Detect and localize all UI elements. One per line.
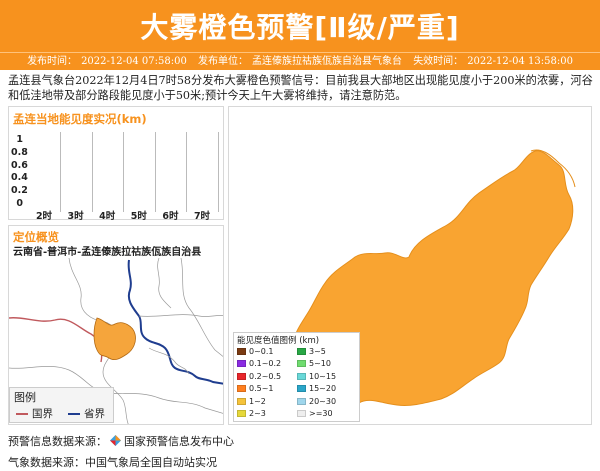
page-title: 大雾橙色预警[Ⅱ级/严重] bbox=[140, 11, 460, 44]
legend-swatch bbox=[297, 348, 306, 355]
x-tick-label: 4时 bbox=[99, 211, 116, 222]
publish-time: 2022-12-04 07:58:00 bbox=[81, 56, 187, 67]
legend-swatch bbox=[297, 410, 306, 417]
legend-swatch bbox=[237, 410, 246, 417]
weather-data-source: 气象数据来源：中国气象局全国自动站实况 bbox=[8, 456, 217, 469]
location-legend-title: 图例 bbox=[14, 391, 36, 404]
grid-line bbox=[154, 132, 156, 212]
legend-label: 15~20 bbox=[309, 384, 337, 394]
effective-time-label: 失效时间： bbox=[413, 56, 464, 67]
publish-time-label: 发布时间： bbox=[27, 56, 78, 67]
publisher-label: 发布单位： bbox=[198, 56, 248, 67]
y-tick-label: 0.4 bbox=[11, 172, 28, 184]
legend-label: 5~10 bbox=[309, 359, 331, 369]
visibility-legend-item: 20~30 bbox=[297, 397, 336, 407]
warning-description: 孟连县气象台2022年12月4日7时58分发布大雾橙色预警信号：目前我县大部地区… bbox=[8, 74, 593, 102]
visibility-legend-item: 0.5~1 bbox=[237, 384, 274, 394]
provincial-border-label: 省界 bbox=[84, 408, 105, 420]
x-tick-label: 5时 bbox=[130, 211, 147, 222]
legend-label: 0.1~0.2 bbox=[249, 359, 282, 369]
warning-source-label: 预警信息数据来源： bbox=[8, 435, 107, 448]
warning-banner: 大雾橙色预警[Ⅱ级/严重] bbox=[0, 0, 600, 52]
visibility-color-legend: 能见度色值图例 (km) 0~0.1 3~5 0.1~0.2 5~10 0.2~0.5 1… bbox=[233, 332, 360, 422]
legend-label: 0~0.1 bbox=[249, 347, 274, 356]
legend-swatch bbox=[237, 385, 246, 393]
legend-swatch bbox=[297, 385, 306, 393]
grid-line bbox=[186, 132, 188, 212]
visibility-legend-item: 15~20 bbox=[297, 384, 336, 394]
national-border-line-swatch bbox=[16, 413, 28, 415]
legend-swatch bbox=[237, 360, 246, 368]
grid-line bbox=[218, 132, 219, 212]
effective-time: 2022-12-04 13:58:00 bbox=[467, 56, 573, 67]
visibility-legend-item: >=30 bbox=[297, 409, 333, 419]
legend-label: 1~2 bbox=[249, 396, 266, 406]
legend-swatch bbox=[297, 397, 306, 405]
meta-bar: 发布时间： 2022-12-04 07:58:00 发布单位： 孟连傣族拉祜族佤族自… bbox=[0, 52, 600, 70]
visibility-legend-item: 1~2 bbox=[237, 397, 266, 407]
legend-label: 10~15 bbox=[309, 371, 337, 381]
legend-label: 2~3 bbox=[249, 409, 266, 418]
visibility-legend-item: 0.1~0.2 bbox=[237, 359, 281, 369]
visibility-legend-item: 3~5 bbox=[297, 347, 326, 357]
legend-swatch bbox=[237, 397, 246, 405]
visibility-legend-item: 0~0.1 bbox=[237, 347, 274, 357]
legend-swatch bbox=[297, 372, 306, 380]
national-border-label: 国界 bbox=[32, 408, 53, 420]
grid-line bbox=[60, 132, 61, 212]
publisher: 孟连傣族拉祜族佤族自治县气象台 bbox=[252, 56, 402, 67]
warning-center-logo-icon bbox=[110, 435, 121, 446]
legend-swatch bbox=[237, 348, 246, 355]
visibility-legend-item: 10~15 bbox=[297, 372, 336, 382]
legend-swatch bbox=[237, 372, 246, 380]
legend-label: 20~30 bbox=[309, 396, 337, 406]
visibility-chart-panel: 孟连当地能见度实况(km) bbox=[8, 106, 224, 220]
visibility-legend-title: 能见度色值图例 (km) bbox=[237, 336, 320, 346]
visibility-legend-item: 0.2~0.5 bbox=[237, 372, 281, 382]
x-tick-label: 6时 bbox=[162, 211, 179, 222]
legend-label: 3~5 bbox=[309, 347, 326, 356]
grid-line bbox=[123, 132, 125, 212]
y-tick-label: 0 bbox=[16, 198, 23, 209]
x-tick-label: 2时 bbox=[35, 211, 53, 222]
y-tick-label: 0.8 bbox=[11, 146, 28, 158]
x-tick-label: 7时 bbox=[193, 211, 211, 222]
location-name: 云南省-普洱市-孟连傣族拉祜族佤族自治县 bbox=[13, 247, 202, 258]
legend-label: >=30 bbox=[309, 409, 333, 418]
legend-label: 0.5~1 bbox=[249, 384, 274, 394]
y-tick-label: 0.6 bbox=[11, 159, 28, 171]
legend-label: 0.2~0.5 bbox=[249, 371, 282, 381]
visibility-chart-title: 孟连当地能见度实况(km) bbox=[13, 112, 147, 126]
grid-line bbox=[91, 132, 93, 212]
provincial-border-line-swatch bbox=[68, 413, 80, 415]
warning-source-name: 国家预警信息发布中心 bbox=[124, 435, 234, 448]
legend-swatch bbox=[297, 360, 306, 368]
visibility-legend-item: 2~3 bbox=[237, 409, 266, 419]
x-tick-label: 3时 bbox=[67, 211, 84, 222]
y-tick-label: 1 bbox=[16, 134, 23, 145]
location-legend: 图例 国界 省界 bbox=[9, 387, 114, 423]
visibility-legend-item: 5~10 bbox=[297, 359, 331, 369]
warning-data-source: 预警信息数据来源： 国家预警信息发布中心 bbox=[8, 433, 234, 449]
y-tick-label: 0.2 bbox=[11, 185, 28, 197]
